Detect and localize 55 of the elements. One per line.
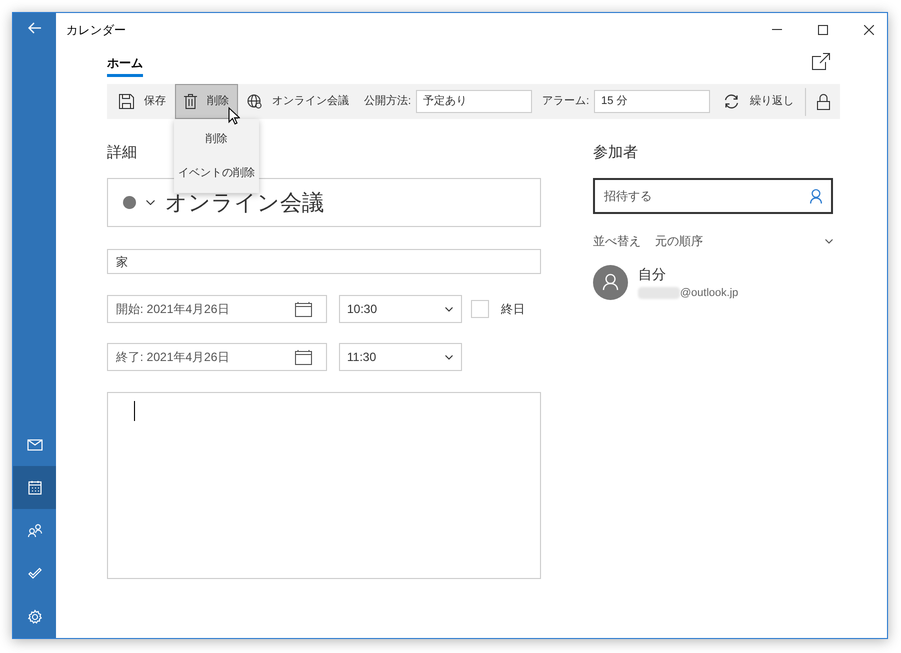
event-title: オンライン会議 [165, 189, 324, 217]
field-label: 公開方法: [364, 94, 412, 110]
window-title: カレンダー [66, 22, 126, 38]
back-arrow-icon [28, 22, 42, 34]
menu-item[interactable]: 削除 [174, 122, 259, 156]
time-dropdown[interactable]: 11:30 [339, 343, 462, 371]
section-heading: 参加者 [593, 143, 639, 163]
calendar-icon [295, 350, 312, 364]
location-field[interactable]: 家 [107, 249, 541, 274]
mail-icon [26, 436, 42, 452]
minimize-icon [772, 29, 782, 30]
calendar-icon [26, 480, 42, 496]
pop-out-button[interactable] [812, 53, 830, 70]
chevron-down-icon [445, 354, 453, 360]
repeat-icon [723, 94, 740, 109]
date-picker[interactable]: 終了: 2021年4月26日 [107, 343, 327, 371]
nav-button[interactable] [13, 466, 56, 509]
close-icon [864, 24, 874, 34]
dropdown-field[interactable]: 予定あり [416, 90, 532, 113]
maximize-icon [818, 24, 828, 34]
person-icon [810, 188, 822, 204]
mouse-cursor-icon [228, 107, 240, 125]
invite-field[interactable]: 招待する [593, 178, 833, 214]
attendee-name: 自分 [638, 265, 667, 284]
attendee-email: @outlook.jp [680, 286, 738, 301]
notes-field[interactable] [107, 392, 541, 579]
toolbar-button[interactable]: 繰り返し [714, 84, 804, 119]
sort-dropdown[interactable]: 並べ替え 元の順序 [593, 232, 833, 250]
chevron-down-icon [146, 200, 155, 205]
checkbox[interactable] [471, 300, 489, 318]
chevron-down-icon [445, 306, 453, 312]
field-label: アラーム: [542, 94, 590, 110]
people-icon [26, 522, 42, 538]
tab[interactable]: ホーム [107, 54, 143, 77]
toolbar-button[interactable]: 保存 [110, 84, 175, 119]
toolbar-button[interactable]: オンライン会議 [238, 84, 358, 119]
todo-icon [26, 566, 42, 582]
toolbar-button[interactable]: 削除 [175, 84, 238, 119]
avatar-icon [593, 265, 628, 300]
pop-out-icon [812, 53, 830, 70]
text-cursor [134, 401, 135, 421]
invite-placeholder: 招待する [604, 188, 653, 205]
time-dropdown[interactable]: 10:30 [339, 295, 462, 323]
checkbox-label: 終日 [501, 301, 525, 318]
padlock-icon [816, 94, 830, 110]
redacted-text [638, 287, 680, 300]
globe-icon [247, 94, 262, 109]
chevron-down-icon [825, 238, 833, 244]
location-value: 家 [116, 254, 128, 270]
dropdown-field[interactable]: 15 分 [594, 90, 710, 113]
date-picker[interactable]: 開始: 2021年4月26日 [107, 295, 327, 323]
calendar-icon [295, 302, 312, 316]
trash-icon [184, 94, 197, 109]
section-heading: 詳細 [107, 143, 138, 163]
settings-icon [26, 608, 42, 624]
